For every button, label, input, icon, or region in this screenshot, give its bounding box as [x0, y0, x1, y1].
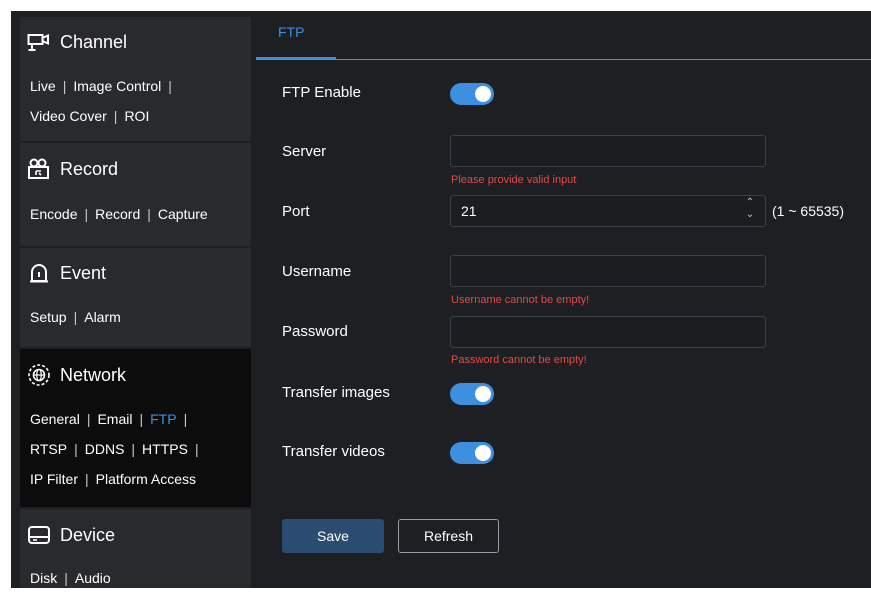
- sidebar-section-network: Network General | Email | FTP | RTSP | DDNS | HTT…: [20, 349, 251, 507]
- sidebar-title-channel: Channel: [60, 31, 128, 52]
- port-stepper[interactable]: ⌃ ⌄: [739, 197, 761, 225]
- ftp-enable-label: FTP Enable: [282, 84, 361, 101]
- link-encode[interactable]: Encode: [30, 206, 77, 222]
- tab-ftp[interactable]: FTP: [278, 24, 304, 40]
- link-separator: |: [194, 441, 199, 457]
- link-separator: |: [73, 309, 78, 325]
- link-disk[interactable]: Disk: [30, 570, 57, 586]
- link-ddns[interactable]: DDNS: [85, 441, 125, 457]
- link-separator: |: [62, 78, 67, 94]
- link-separator: |: [139, 411, 144, 427]
- app-window: Channel Live | Image Control | Video Cover |…: [11, 11, 871, 588]
- username-input[interactable]: [450, 255, 766, 287]
- chevron-up-icon[interactable]: ⌃: [739, 197, 761, 209]
- sidebar-section-device: Device Disk | Audio: [20, 509, 251, 588]
- ftp-enable-toggle[interactable]: [450, 83, 494, 105]
- link-capture[interactable]: Capture: [158, 206, 208, 222]
- transfer-videos-label: Transfer videos: [282, 443, 385, 460]
- link-separator: |: [64, 570, 68, 586]
- save-button[interactable]: Save: [282, 519, 384, 553]
- network-globe-icon: [27, 363, 51, 387]
- sidebar-heading-event[interactable]: Event: [27, 258, 106, 288]
- link-separator: |: [131, 441, 136, 457]
- link-setup[interactable]: Setup: [30, 309, 67, 325]
- link-separator: |: [86, 411, 91, 427]
- link-separator: |: [74, 441, 78, 457]
- sidebar-heading-record[interactable]: Record: [27, 154, 118, 184]
- port-input[interactable]: [450, 195, 766, 227]
- password-label: Password: [282, 323, 348, 340]
- link-alarm[interactable]: Alarm: [84, 309, 121, 325]
- port-label: Port: [282, 203, 310, 220]
- toggle-knob: [475, 86, 491, 102]
- sidebar: Channel Live | Image Control | Video Cover |…: [20, 17, 251, 588]
- sidebar-title-device: Device: [60, 524, 116, 545]
- port-range-hint: (1 ~ 65535): [772, 203, 844, 219]
- password-error: Password cannot be empty!: [451, 354, 587, 366]
- alarm-icon: [27, 261, 51, 285]
- link-platform-access[interactable]: Platform Access: [96, 471, 196, 487]
- link-record[interactable]: Record: [95, 206, 140, 222]
- chevron-down-icon[interactable]: ⌄: [739, 209, 761, 221]
- link-image-control[interactable]: Image Control: [73, 78, 161, 94]
- link-roi[interactable]: ROI: [124, 108, 149, 124]
- password-input[interactable]: [450, 316, 766, 348]
- device-links: Disk | Audio: [30, 563, 245, 593]
- link-ip-filter[interactable]: IP Filter: [30, 471, 78, 487]
- hard-disk-icon: [27, 523, 51, 547]
- sidebar-title-network: Network: [60, 364, 127, 385]
- server-label: Server: [282, 143, 327, 160]
- link-audio[interactable]: Audio: [75, 570, 111, 586]
- transfer-images-toggle[interactable]: [450, 383, 494, 405]
- link-ftp[interactable]: FTP: [150, 411, 176, 427]
- link-https[interactable]: HTTPS: [142, 441, 188, 457]
- sidebar-heading-device[interactable]: Device: [27, 520, 115, 550]
- username-label: Username: [282, 263, 352, 280]
- channel-links: Live | Image Control | Video Cover | ROI: [30, 71, 245, 131]
- transfer-images-label: Transfer images: [282, 384, 390, 401]
- ftp-settings-panel: FTP FTP Enable Server Please provide val…: [256, 17, 871, 588]
- username-error: Username cannot be empty!: [451, 294, 590, 306]
- sidebar-title-event: Event: [60, 262, 107, 283]
- record-links: Encode | Record | Capture: [30, 199, 245, 229]
- sidebar-section-channel: Channel Live | Image Control | Video Cover |…: [20, 17, 251, 141]
- toggle-knob: [475, 445, 491, 461]
- link-separator: |: [84, 206, 89, 222]
- event-links: Setup | Alarm: [30, 302, 245, 332]
- link-live[interactable]: Live: [30, 78, 56, 94]
- server-error: Please provide valid input: [451, 174, 577, 186]
- toggle-knob: [475, 386, 491, 402]
- link-video-cover[interactable]: Video Cover: [30, 108, 107, 124]
- link-separator: |: [147, 206, 151, 222]
- sidebar-section-record: Record Encode | Record | Capture: [20, 143, 251, 246]
- server-input[interactable]: [450, 135, 766, 167]
- refresh-button[interactable]: Refresh: [398, 519, 499, 553]
- transfer-videos-toggle[interactable]: [450, 442, 494, 464]
- link-separator: |: [183, 411, 188, 427]
- link-rtsp[interactable]: RTSP: [30, 441, 67, 457]
- sidebar-heading-network[interactable]: Network: [27, 360, 126, 390]
- camera-icon: [27, 30, 51, 54]
- sidebar-heading-channel[interactable]: Channel: [27, 27, 127, 57]
- sidebar-section-event: Event Setup | Alarm: [20, 248, 251, 347]
- link-email[interactable]: Email: [97, 411, 132, 427]
- link-separator: |: [168, 78, 172, 94]
- link-separator: |: [84, 471, 89, 487]
- tab-divider: [256, 59, 871, 60]
- recorder-icon: [27, 157, 51, 181]
- network-links: General | Email | FTP | RTSP | DDNS | HTTPS | IP F…: [30, 404, 245, 494]
- sidebar-title-record: Record: [60, 158, 119, 179]
- link-separator: |: [113, 108, 118, 124]
- link-general[interactable]: General: [30, 411, 80, 427]
